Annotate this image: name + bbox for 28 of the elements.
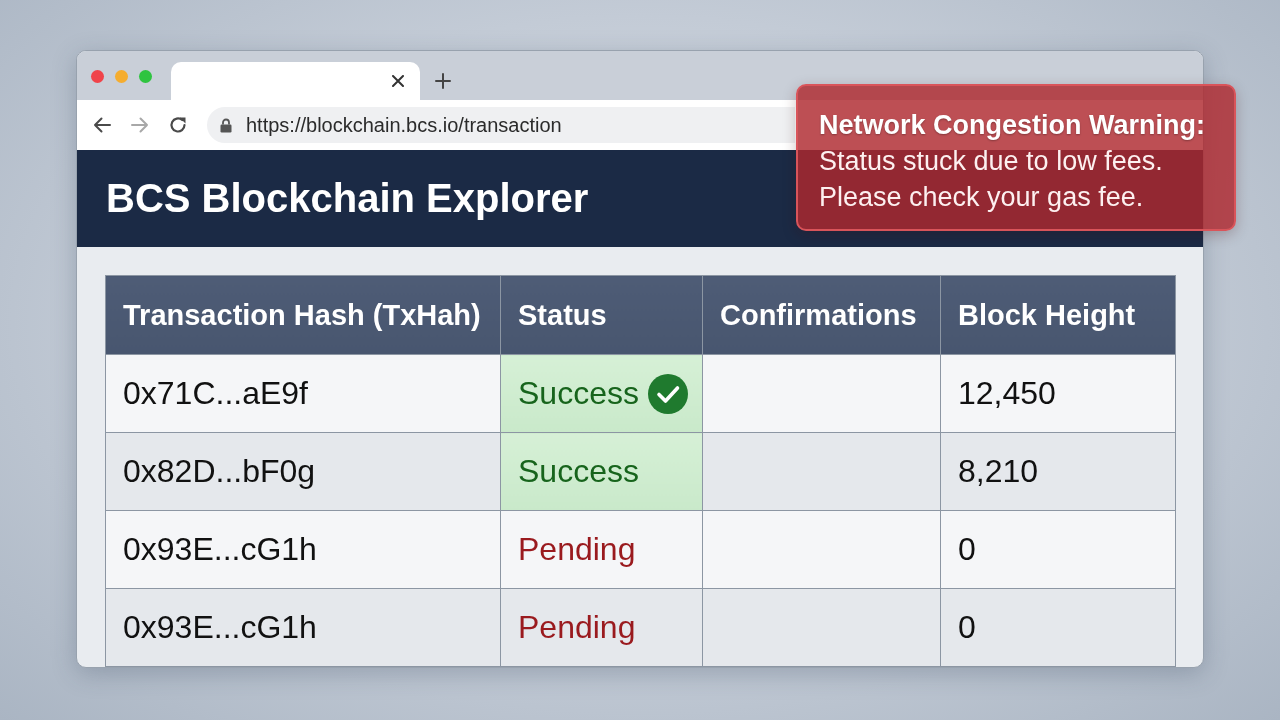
column-header: Transaction Hash (TxHah) — [105, 275, 501, 355]
close-icon[interactable] — [392, 75, 404, 87]
maximize-dot-icon[interactable] — [139, 70, 152, 83]
table-cell: 0 — [940, 510, 1176, 589]
table-cell: 8,210 — [940, 432, 1176, 511]
column-header: Block Height — [940, 275, 1176, 355]
reload-icon[interactable] — [169, 116, 187, 134]
warning-title: Network Congestion Warning: — [819, 109, 1206, 142]
table-cell: 0 — [940, 588, 1176, 667]
address-field[interactable]: https://blockchain.bcs.io/transaction — [207, 107, 795, 143]
minimize-dot-icon[interactable] — [115, 70, 128, 83]
back-arrow-icon[interactable] — [93, 116, 111, 134]
table-cell: 0x93E...cG1h — [105, 510, 501, 589]
warning-message: Status stuck due to low fees. Please check your gas fee. — [819, 145, 1164, 214]
status-text: Success — [518, 453, 639, 490]
table-cell: 12,450 — [940, 354, 1176, 433]
table-cell: 0x93E...cG1h — [105, 588, 501, 667]
table-cell: 0x71C...aE9f — [105, 354, 501, 433]
status-text: Pending — [518, 531, 636, 568]
close-dot-icon[interactable] — [91, 70, 104, 83]
status-text: Pending — [518, 609, 636, 646]
page-title: BCS Blockchain Explorer — [106, 176, 589, 221]
plus-icon[interactable] — [435, 73, 451, 89]
lock-icon — [220, 117, 232, 133]
table-cell: 0x82D...bF0g — [105, 432, 501, 511]
status-text: Success — [518, 375, 639, 412]
column-header: Status — [500, 275, 703, 355]
column-header: Confirmations — [702, 275, 941, 355]
